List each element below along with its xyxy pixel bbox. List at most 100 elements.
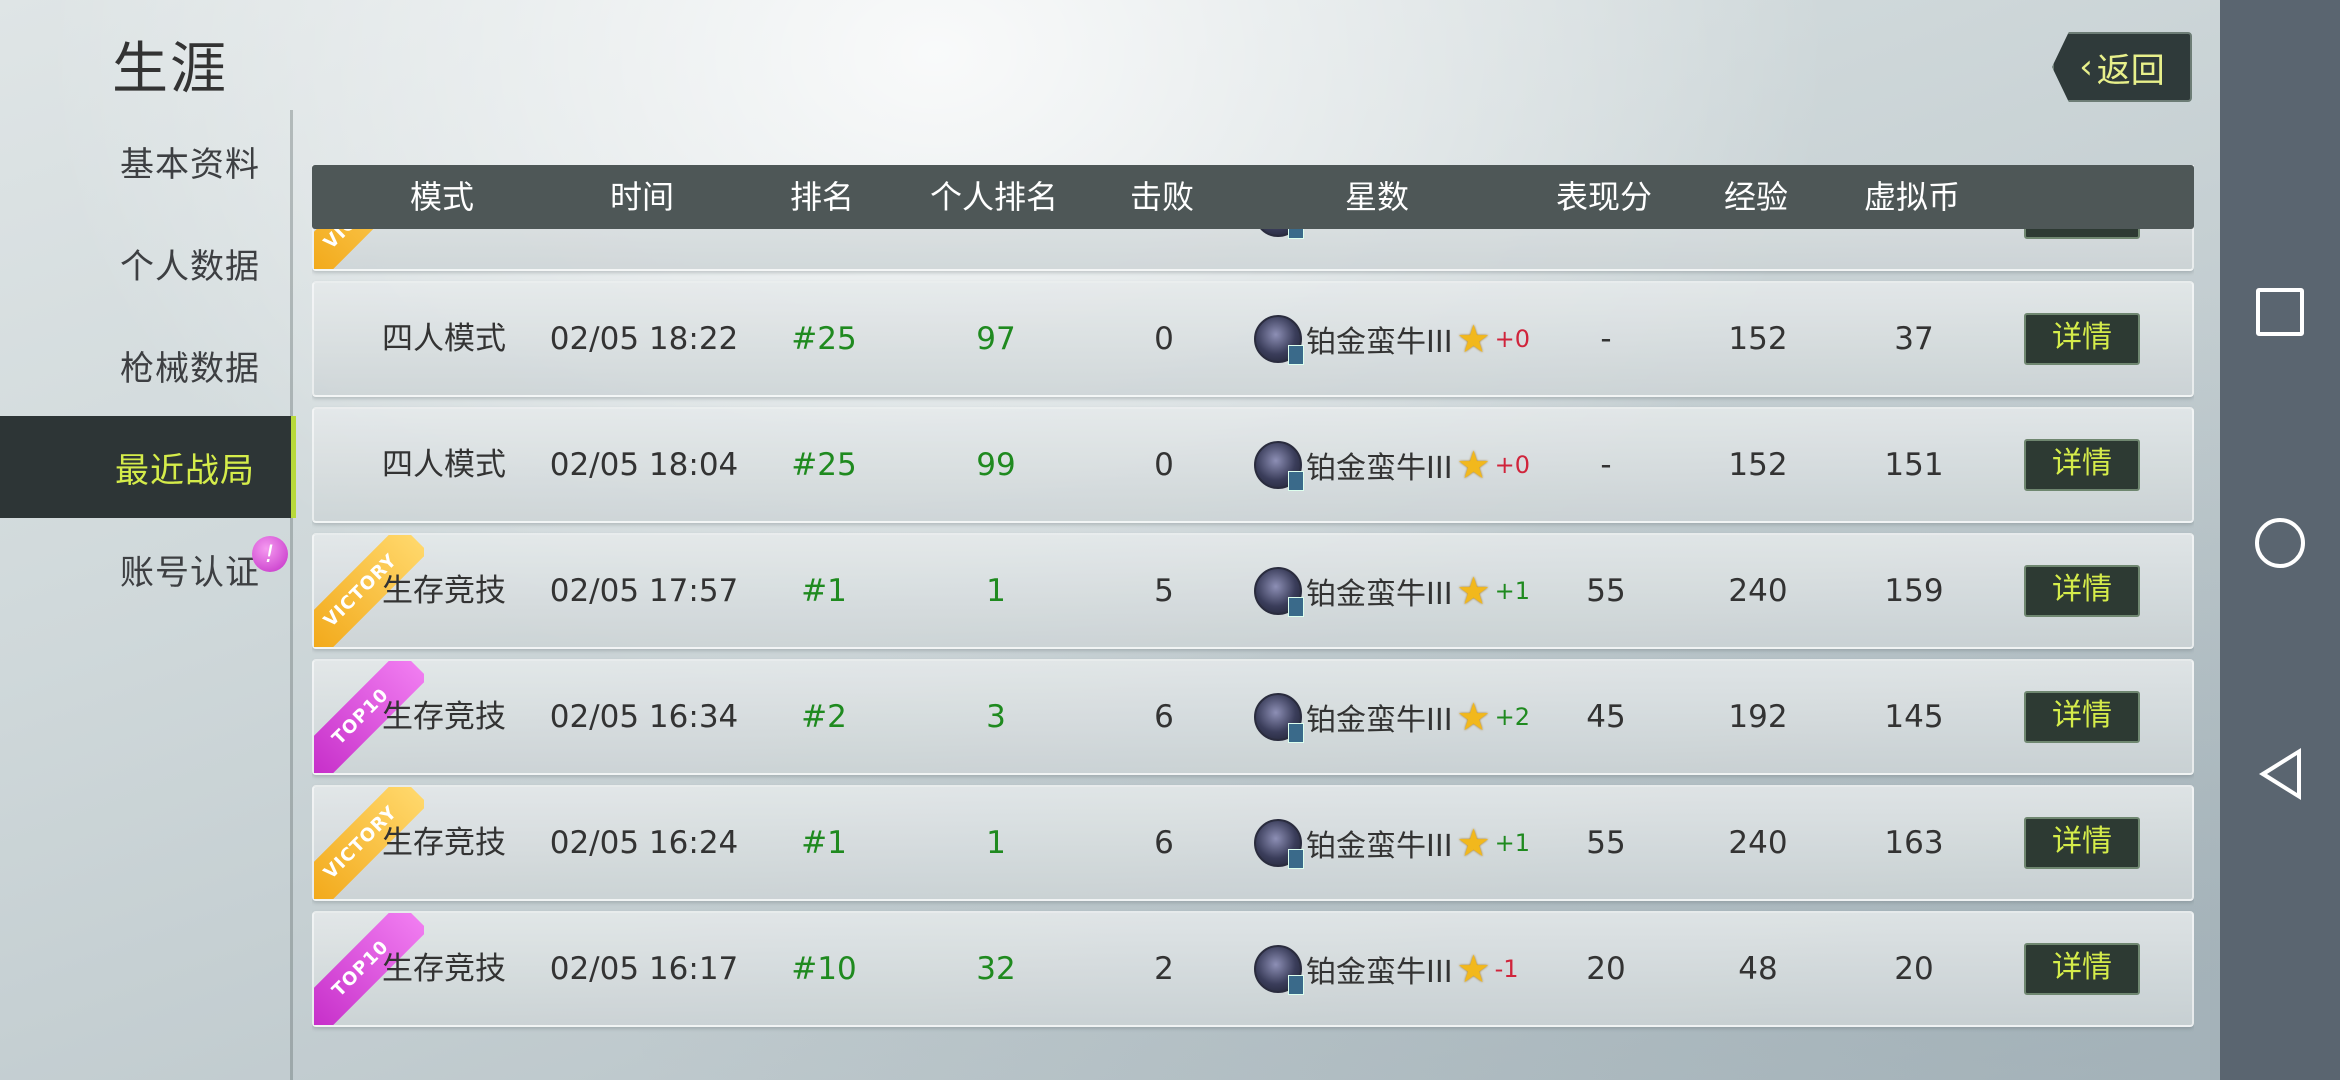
sidebar-item-label: 个人数据 [120,246,260,287]
detail-button[interactable]: 详情 [2024,691,2140,743]
cell-mode: 四人模式 [382,447,506,483]
cell-coins: 145 [1884,699,1944,735]
column-header: 表现分 [1555,178,1653,216]
tier-badge-icon [1254,315,1304,365]
cell-kills: 2 [1154,951,1174,987]
cell-stars: 铂金蛮牛III ★ +1 [1254,535,1530,647]
cell-rank: #1 [801,573,847,609]
cell-rank: #1 [801,825,847,861]
tier-name: 铂金蛮牛III [1306,703,1453,738]
back-button-label: 返回 [2096,50,2165,91]
sidebar-item[interactable]: 个人数据 [0,212,296,314]
cell-personal-rank: 32 [976,951,1016,987]
table-rows[interactable]: VICTORY四人模式02/05 18:29#1450铂金蛮牛III★+0-29… [312,165,2194,1035]
cell-score: - [1600,447,1612,483]
cell-coins: 159 [1884,573,1944,609]
cell-rank: #25 [791,447,857,483]
circle-icon[interactable] [2255,518,2305,568]
detail-button[interactable]: 详情 [2024,313,2140,365]
cell-stars: 铂金蛮牛III★+0 [1254,409,1530,521]
cell-exp: 152 [1728,447,1788,483]
cell-time: 02/05 16:24 [549,825,739,861]
tier-badge-icon [1254,693,1304,743]
column-header: 星数 [1344,178,1410,216]
cell-rank: #25 [791,321,857,357]
table-row: TOP10 生存竞技 02/05 16:17 #10 32 2 铂金蛮牛III ★ -1 20 48… [312,911,2194,1027]
cell-kills: 6 [1154,699,1174,735]
square-icon[interactable] [2256,288,2304,336]
sidebar-item-label: 基本资料 [120,144,260,185]
cell-time: 02/05 18:22 [549,321,739,357]
back-button[interactable]: ‹ 返回 [2052,32,2192,102]
cell-exp: 152 [1728,321,1788,357]
cell-time: 02/05 16:17 [549,951,739,987]
cell-score: 55 [1586,573,1626,609]
tier-name: 铂金蛮牛III [1306,577,1453,612]
cell-mode: 生存竞技 [382,699,506,735]
chevron-left-icon: ‹ [2079,47,2093,87]
match-history-table: 模式时间排名个人排名击败星数表现分经验虚拟币 VICTORY四人模式02/05 … [312,165,2194,1035]
star-delta: +1 [1494,577,1531,605]
page-title: 生涯 [112,37,228,102]
triangle-back-icon[interactable] [2259,748,2301,800]
sidebar-item-label: 最近战局 [115,450,255,491]
sidebar-item[interactable]: 账号认证! [0,518,296,620]
cell-score: - [1600,321,1612,357]
tier-name: 铂金蛮牛III [1306,325,1453,360]
system-nav-bar [2220,0,2340,1080]
cell-coins: 163 [1884,825,1944,861]
table-row: 四人模式 02/05 18:04 #25 99 0 铂金蛮牛III ★ +0 - 152 151 详情 [312,407,2194,523]
tier-badge-icon [1254,819,1304,869]
detail-button[interactable]: 详情 [2024,817,2140,869]
cell-time: 02/05 17:57 [549,573,739,609]
sidebar: 基本资料个人数据枪械数据最近战局账号认证! [0,110,296,620]
column-header: 时间 [609,178,675,216]
cell-mode: 生存竞技 [382,825,506,861]
cell-score: 20 [1586,951,1626,987]
cell-rank: #2 [801,699,847,735]
column-header: 击败 [1129,178,1195,216]
tier-name: 铂金蛮牛III [1306,955,1453,990]
cell-stars: 铂金蛮牛III ★ +2 [1254,661,1530,773]
star-delta: +2 [1494,703,1531,731]
sidebar-item-label: 账号认证 [120,552,260,593]
star-icon: ★ [1456,821,1491,865]
detail-button[interactable]: 详情 [2024,565,2140,617]
detail-button[interactable]: 详情 [2024,439,2140,491]
star-icon: ★ [1456,317,1491,361]
cell-coins: 20 [1894,951,1934,987]
column-header: 经验 [1723,178,1789,216]
cell-kills: 0 [1154,447,1174,483]
cell-mode: 生存竞技 [382,951,506,987]
sidebar-item-label: 枪械数据 [120,348,260,389]
cell-exp: 240 [1728,573,1788,609]
cell-stars: 铂金蛮牛III ★ -1 [1254,913,1519,1025]
tier-badge-icon [1254,441,1304,491]
star-delta: +0 [1494,325,1531,353]
cell-kills: 5 [1154,573,1174,609]
star-delta: +0 [1494,451,1531,479]
cell-stars: 铂金蛮牛III ★ +1 [1254,787,1530,899]
cell-personal-rank: 1 [986,825,1006,861]
cell-stars: 铂金蛮牛III★+0 [1254,283,1530,395]
detail-button[interactable]: 详情 [2024,943,2140,995]
cell-rank: #10 [791,951,857,987]
cell-exp: 192 [1728,699,1788,735]
cell-mode: 四人模式 [382,321,506,357]
table-row: VICTORY 生存竞技 02/05 17:57 #1 1 5 铂金蛮牛III ★ +1 55 24… [312,533,2194,649]
table-row: VICTORY 生存竞技 02/05 16:24 #1 1 6 铂金蛮牛III ★ +1 55 24… [312,785,2194,901]
column-header: 个人排名 [929,178,1059,216]
star-icon: ★ [1456,947,1491,991]
cell-personal-rank: 97 [976,321,1016,357]
cell-personal-rank: 99 [976,447,1016,483]
star-icon: ★ [1456,569,1491,613]
sidebar-item[interactable]: 基本资料 [0,110,296,212]
tier-name: 铂金蛮牛III [1306,829,1453,864]
table-header: 模式 时间 排名 个人排名 击败 星数 表现分 经验 虚拟币 [312,165,2194,229]
cell-coins: 37 [1894,321,1934,357]
column-header: 模式 [409,178,475,216]
sidebar-item[interactable]: 枪械数据 [0,314,296,416]
cell-kills: 0 [1154,321,1174,357]
star-delta: +1 [1494,829,1531,857]
sidebar-item[interactable]: 最近战局 [0,416,296,518]
